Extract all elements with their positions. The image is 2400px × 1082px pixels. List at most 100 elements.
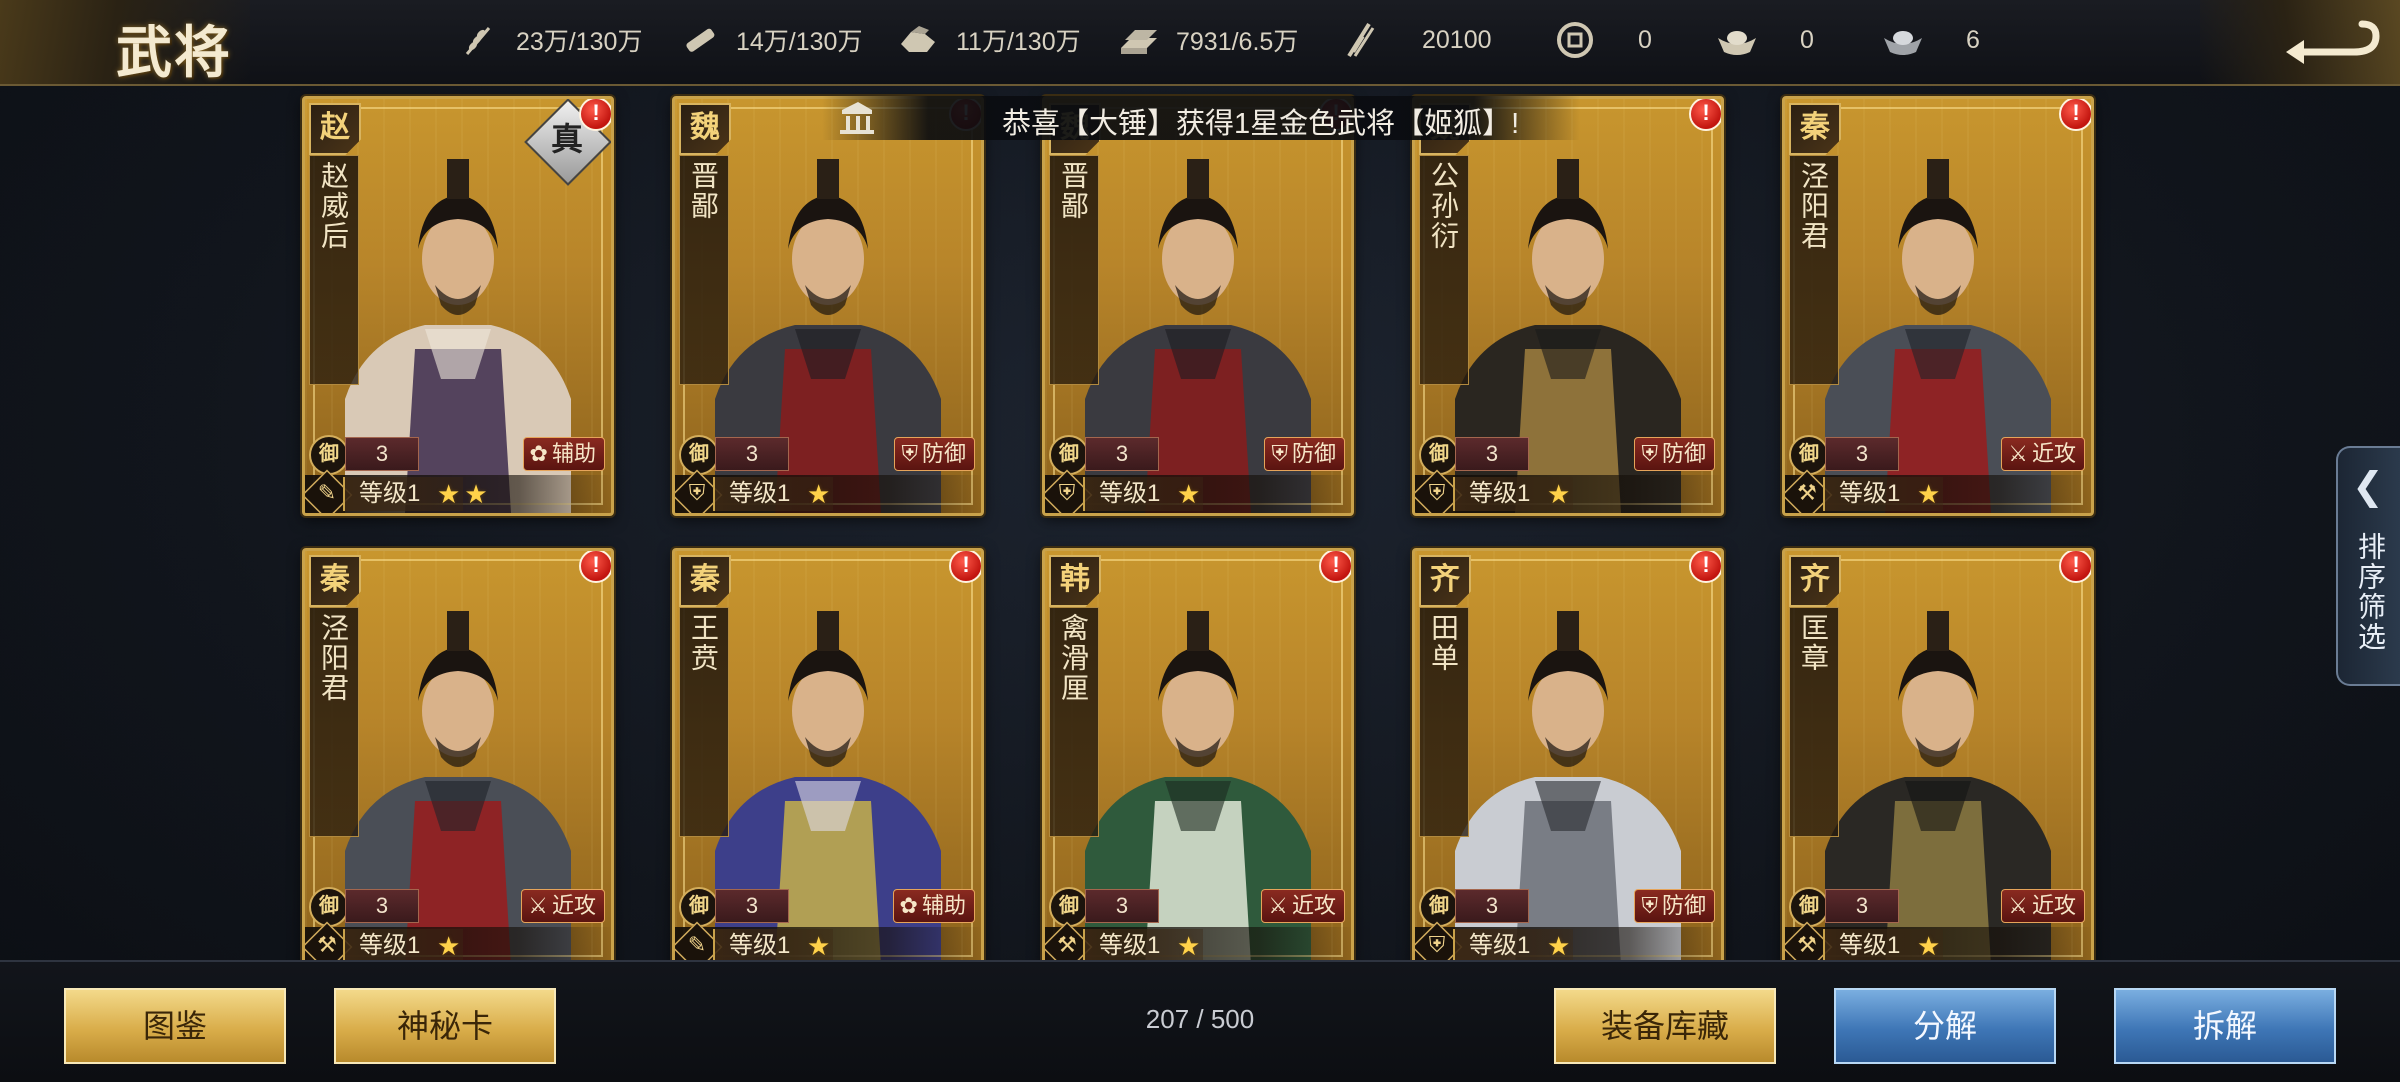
alert-badge: ! — [2059, 99, 2091, 131]
resource-value: 11万/130万 — [956, 28, 1081, 56]
resource-weapons[interactable]: 20100 — [1336, 18, 1492, 62]
star-icon: ★ — [807, 931, 835, 961]
mystery-card-button[interactable]: 神秘卡 — [334, 988, 556, 1064]
role-label: 防御 — [1661, 441, 1706, 466]
defense-icon: 御 — [1049, 887, 1089, 927]
back-button[interactable] — [2200, 0, 2400, 84]
dismantle-button[interactable]: 拆解 — [2114, 988, 2336, 1064]
general-name: 禽滑厘 — [1057, 613, 1090, 703]
defense-value: 3 — [1085, 889, 1159, 923]
general-card[interactable]: 齐 匡章 ! 御 3 ⚔ 近攻 ⚒ 等级1 ★ — [1782, 548, 2094, 968]
equipment-storage-button[interactable]: 装备库藏 — [1554, 988, 1776, 1064]
role-icon: ⛨ — [1271, 441, 1288, 466]
role-icon: ⚔ — [1268, 893, 1288, 918]
role-icon: ⚔ — [528, 893, 548, 918]
resource-wood[interactable]: 14万/130万 — [676, 18, 862, 62]
illustrated-handbook-button[interactable]: 图鉴 — [64, 988, 286, 1064]
resource-grain[interactable]: 23万/130万 — [456, 18, 642, 62]
decompose-button[interactable]: 分解 — [1834, 988, 2056, 1064]
gold-ingot-icon — [1714, 20, 1760, 60]
defense-icon: 御 — [679, 435, 719, 475]
star-icon: ★ — [1917, 931, 1945, 961]
defense-value: 3 — [715, 437, 789, 471]
stat-row: 御 3 ⛨ 防御 — [679, 433, 979, 475]
role-label: 防御 — [921, 441, 966, 466]
resource-iron[interactable]: 7931/6.5万 — [1116, 18, 1298, 62]
star-icon: ★ — [1547, 931, 1575, 961]
nation-badge: 齐 — [1789, 555, 1841, 607]
resource-gold[interactable]: 0 — [1714, 18, 1814, 62]
defense-value: 3 — [1825, 889, 1899, 923]
title-plate: 武将 — [0, 0, 250, 86]
page-title: 武将 — [116, 20, 232, 86]
role-icon: ⛨ — [1641, 441, 1658, 466]
coin-icon — [1552, 20, 1598, 60]
general-name: 王贲 — [687, 613, 720, 673]
general-card[interactable]: 秦 泾阳君 ! 御 3 ⚔ 近攻 ⚒ 等级1 ★ — [302, 548, 614, 968]
stat-row: 御 3 ⛨ 防御 — [1419, 433, 1719, 475]
general-card[interactable]: 秦 王贲 ! 御 3 ✿ 辅助 ✎ 等级1 ★ — [672, 548, 984, 968]
general-card[interactable]: 赵 赵威后 真 ! 御 3 ✿ 辅助 ✎ 等级1 ★★ — [302, 96, 614, 516]
stat-row: 御 3 ⚔ 近攻 — [309, 885, 609, 927]
general-card[interactable]: 韩 禽滑厘 ! 御 3 ⚔ 近攻 ⚒ 等级1 ★ — [1042, 548, 1354, 968]
defense-value: 3 — [1455, 437, 1529, 471]
resource-value: 7931/6.5万 — [1176, 28, 1299, 56]
defense-icon: 御 — [309, 887, 349, 927]
star-rating: ★ — [1547, 929, 1574, 963]
alert-badge: ! — [1319, 551, 1351, 583]
role-label: 防御 — [1661, 893, 1706, 918]
class-icon: ⚒ — [1057, 932, 1077, 957]
top-resource-bar: 武将 23万/130万 14万/130万 11万/130万 7931/6.5万 … — [0, 0, 2400, 86]
star-rating: ★ — [1917, 929, 1944, 963]
nation-badge: 秦 — [1789, 103, 1841, 155]
star-rating: ★ — [1917, 477, 1944, 511]
chevron-left-icon: ❮ — [2352, 466, 2384, 508]
resource-value: 23万/130万 — [516, 28, 643, 56]
class-icon: ⚒ — [1797, 480, 1817, 505]
star-icon: ★ — [1177, 931, 1205, 961]
general-card[interactable]: 秦 泾阳君 ! 御 3 ⚔ 近攻 ⚒ 等级1 ★ — [1782, 96, 2094, 516]
resource-stone[interactable]: 11万/130万 — [896, 18, 1081, 62]
role-icon: ⛨ — [901, 441, 918, 466]
general-card[interactable]: 齐 田单 ! 御 3 ⛨ 防御 ⛨ 等级1 ★ — [1412, 548, 1724, 968]
role-label: 防御 — [1291, 441, 1336, 466]
class-icon: ✎ — [317, 480, 337, 505]
iron-ingot-icon — [1116, 20, 1162, 60]
sword-bundle-icon — [1336, 20, 1382, 60]
stat-row: 御 3 ✿ 辅助 — [679, 885, 979, 927]
star-rating: ★ — [807, 477, 834, 511]
star-icon: ★ — [437, 931, 465, 961]
role-badge: ⛨ 防御 — [1264, 437, 1345, 471]
defense-icon: 御 — [1419, 887, 1459, 927]
general-card[interactable]: 魏 公孙衍 ! 御 3 ⛨ 防御 ⛨ 等级1 ★ — [1412, 96, 1724, 516]
resource-value: 0 — [1800, 25, 1814, 54]
general-name: 晋鄙 — [1057, 161, 1090, 221]
stat-row: 御 3 ⚔ 近攻 — [1049, 885, 1349, 927]
role-label: 辅助 — [921, 893, 966, 918]
defense-value: 3 — [345, 889, 419, 923]
class-icon: ⛨ — [688, 480, 706, 505]
sort-filter-tab[interactable]: ❮ 排序筛选 — [2336, 446, 2400, 686]
defense-icon: 御 — [1789, 435, 1829, 475]
role-icon: ✿ — [529, 441, 548, 466]
defense-value: 3 — [345, 437, 419, 471]
star-rating: ★ — [807, 929, 834, 963]
general-card[interactable]: 魏 晋鄙 ! 御 3 ⛨ 防御 ⛨ 等级1 ★ — [672, 96, 984, 516]
stat-row: 御 3 ⛨ 防御 — [1049, 433, 1349, 475]
sort-filter-label: 排序筛选 — [2355, 532, 2386, 652]
defense-icon: 御 — [1789, 887, 1829, 927]
role-label: 近攻 — [1291, 893, 1336, 918]
nation-badge: 齐 — [1419, 555, 1471, 607]
defense-value: 3 — [1455, 889, 1529, 923]
announcement-banner: 恭喜【大锤】获得1星金色武将【姬狐】! — [822, 96, 1580, 140]
star-rating: ★ — [1547, 477, 1574, 511]
class-icon: ✎ — [687, 932, 707, 957]
resource-value: 20100 — [1422, 25, 1492, 54]
general-card[interactable]: 魏 晋鄙 ! 御 3 ⛨ 防御 ⛨ 等级1 ★ — [1042, 96, 1354, 516]
resource-coin[interactable]: 0 — [1552, 18, 1652, 62]
stone-icon — [896, 20, 942, 60]
alert-badge: ! — [949, 551, 981, 583]
resource-silver[interactable]: 6 — [1880, 18, 1980, 62]
role-label: 近攻 — [2031, 441, 2076, 466]
role-label: 近攻 — [551, 893, 596, 918]
